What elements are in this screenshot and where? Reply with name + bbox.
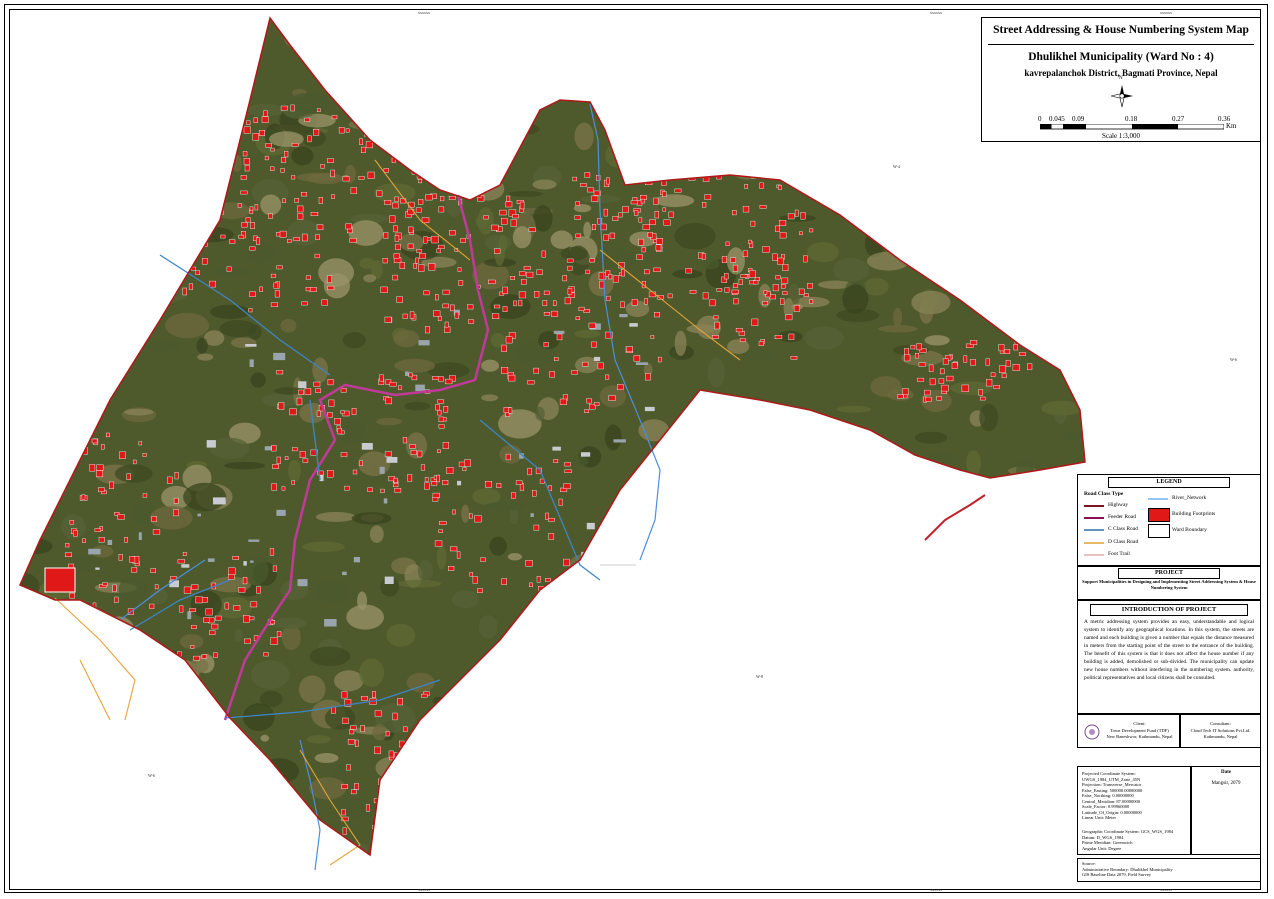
intro-text: A metric addressing system provides an e…: [1084, 619, 1254, 681]
projection-line: Linear Unit: Meter: [1082, 815, 1116, 820]
map-label-1: W-4: [893, 164, 900, 169]
legend-feeder-swatch: [1084, 517, 1104, 519]
project-text: Support Municipalities in Designing and …: [1082, 579, 1256, 590]
map-subtitle: Dhulikhel Municipality (Ward No : 4): [1028, 51, 1214, 63]
legend-river-label: River_Network: [1172, 495, 1207, 501]
north-arrow-icon: [1110, 85, 1133, 108]
consultant-name: Cloud Tech IT Solutions Pvt.Ltd.: [1190, 728, 1251, 733]
legend-highway-swatch: [1084, 505, 1104, 507]
grid-tick-top-3: xxxxxx: [1160, 10, 1172, 15]
client-title: Client:: [1133, 721, 1146, 726]
title-box: Street Addressing & House Numbering Syst…: [981, 17, 1261, 142]
legend-ward-label: Ward Boundary: [1172, 527, 1207, 533]
legend-title: LEGEND: [1108, 477, 1230, 488]
grid-tick-bottom-3: xxxxxx: [1160, 887, 1172, 892]
client-name: Town Development Fund (TDF): [1110, 728, 1169, 733]
scale-label-2: 0.09: [1072, 115, 1085, 123]
date-title: Date: [1221, 770, 1231, 775]
tdf-logo-icon: [1084, 724, 1100, 740]
grid-tick-top-1: xxxxxx: [418, 10, 430, 15]
grid-tick-bottom-1: xxxxxx: [418, 887, 430, 892]
legend-building-label: Building Footprints: [1172, 511, 1216, 517]
map-label-2: W-6: [1230, 357, 1237, 362]
project-title: PROJECT: [1118, 568, 1220, 579]
legend-d-class-label: D Class Road: [1108, 539, 1139, 545]
map-label-3: W-8: [756, 674, 763, 679]
source-box: Source: Administrative Boundary: Dhulikh…: [1077, 858, 1261, 882]
grid-tick-bottom-2: xxxxxx: [930, 887, 942, 892]
geographic-line: Angular Unit: Degree: [1082, 845, 1122, 851]
source-line: GIS Baseline Data 2079, Field Survey: [1082, 872, 1151, 877]
project-box: PROJECT Support Municipalities in Design…: [1077, 566, 1261, 600]
geographic-line: Geographic Coordinate System: GCS_WGS_19…: [1082, 829, 1174, 834]
legend-feeder-label: Feeder Road: [1108, 514, 1136, 520]
projection-list: Projected Coordinate System: UWGS_1984_U…: [1082, 771, 1190, 821]
legend-foot-trail-label: Foot Trail: [1108, 551, 1130, 557]
north-label: N: [1119, 76, 1123, 81]
scale-bar: [1040, 124, 1224, 130]
grid-tick-top-2: xxxxxx: [930, 10, 942, 15]
consultant-box: Consultant: Cloud Tech IT Solutions Pvt.…: [1180, 714, 1261, 748]
legend-c-class-swatch: [1084, 529, 1104, 531]
legend-river-swatch: [1148, 498, 1168, 500]
legend-building-swatch: [1148, 508, 1170, 522]
geographic-list: Geographic Coordinate System: GCS_WGS_19…: [1082, 829, 1173, 851]
date-value: Mangsir, 2079: [1211, 781, 1241, 786]
intro-title: INTRODUCTION OF PROJECT: [1090, 604, 1248, 616]
title-divider: [988, 44, 1254, 45]
legend-ward-swatch: [1148, 524, 1170, 538]
legend-d-class-swatch: [1084, 542, 1104, 544]
consultant-title: Consultant:: [1210, 721, 1231, 726]
map-label-4: W-6: [148, 773, 155, 778]
legend-box: LEGEND Road Class Type Highway Feeder Ro…: [1077, 474, 1261, 566]
client-box: Client: Town Development Fund (TDF) New …: [1077, 714, 1180, 748]
projection-line: Projected Coordinate System: UWGS_1984_U…: [1082, 771, 1141, 782]
intro-box: INTRODUCTION OF PROJECT A metric address…: [1077, 600, 1261, 714]
scale-label-3: 0.18: [1125, 115, 1138, 123]
legend-c-class-label: C Class Road: [1108, 526, 1138, 532]
scale-ratio: Scale 1:3,000: [1101, 132, 1141, 140]
scale-label-1: 0.045: [1049, 115, 1065, 123]
coordinate-system-box: Projected Coordinate System: UWGS_1984_U…: [1077, 766, 1191, 855]
scale-label-4: 0.27: [1172, 115, 1185, 123]
map-title: Street Addressing & House Numbering Syst…: [993, 24, 1249, 36]
source-title: Source:: [1082, 861, 1096, 866]
scale-label-0: 0: [1038, 115, 1042, 123]
legend-road-class-title: Road Class Type: [1084, 491, 1124, 497]
client-address: New Baneshwor, Kathmandu, Nepal: [1106, 734, 1173, 739]
date-box: Date Mangsir, 2079: [1191, 766, 1261, 855]
legend-foot-trail-swatch: [1084, 554, 1104, 556]
legend-highway-label: Highway: [1108, 502, 1129, 508]
consultant-address: Kathmandu, Nepal: [1203, 734, 1238, 739]
scale-unit: Km: [1226, 122, 1237, 130]
